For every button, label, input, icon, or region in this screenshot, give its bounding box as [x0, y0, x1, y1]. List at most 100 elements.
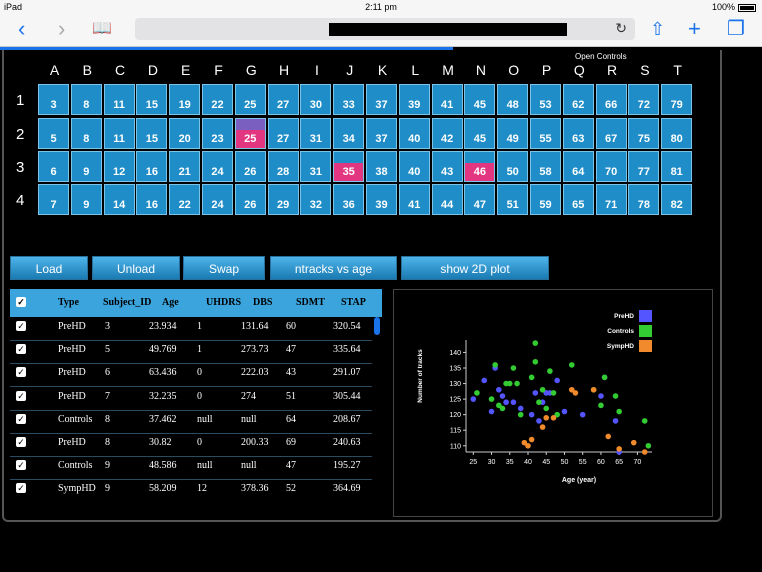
- new-tab-icon[interactable]: +: [688, 16, 701, 42]
- ntracks-vs-age-button[interactable]: ntracks vs age: [270, 256, 397, 280]
- back-icon[interactable]: ‹: [18, 16, 25, 42]
- well-cell[interactable]: 39: [366, 184, 397, 215]
- well-cell[interactable]: 37: [366, 118, 397, 149]
- table-row[interactable]: ✓ PreHD 5 49.769 1 273.73 47 335.64: [10, 340, 372, 365]
- well-cell[interactable]: 49: [497, 118, 529, 149]
- row-checkbox[interactable]: ✓: [16, 321, 26, 331]
- well-cell[interactable]: 75: [628, 118, 660, 149]
- select-all-checkbox[interactable]: ✓: [16, 297, 26, 307]
- bookmarks-icon[interactable]: 📖: [92, 16, 112, 42]
- row-checkbox[interactable]: ✓: [16, 344, 26, 355]
- table-row[interactable]: ✓ Controls 8 37.462 null null 64 208.67: [10, 410, 372, 434]
- open-controls-link[interactable]: Open Controls: [575, 52, 627, 61]
- well-cell[interactable]: 22: [169, 184, 201, 215]
- well-cell[interactable]: 14: [103, 184, 135, 215]
- table-row[interactable]: ✓ PreHD 6 63.436 0 222.03 43 291.07: [10, 363, 372, 388]
- well-cell[interactable]: 26: [234, 151, 266, 182]
- row-checkbox[interactable]: ✓: [16, 413, 26, 424]
- well-cell[interactable]: 22: [202, 84, 233, 115]
- well-cell[interactable]: 19: [169, 84, 201, 115]
- well-cell[interactable]: 63: [562, 118, 594, 149]
- well-cell[interactable]: 40: [398, 118, 430, 149]
- well-cell[interactable]: 38: [366, 151, 397, 182]
- table-row[interactable]: ✓ SympHD 9 58.209 12 378.36 52 364.69: [10, 479, 372, 497]
- well-cell[interactable]: 24: [202, 184, 233, 215]
- well-cell[interactable]: 82: [661, 184, 693, 215]
- well-cell[interactable]: 40: [398, 151, 430, 182]
- well-cell[interactable]: 31: [300, 151, 332, 182]
- header-type[interactable]: Type: [58, 297, 79, 308]
- well-cell[interactable]: 64: [562, 151, 594, 182]
- well-cell[interactable]: 25: [234, 118, 266, 149]
- header-sdmt[interactable]: SDMT: [296, 297, 325, 308]
- table-row[interactable]: ✓ Controls 9 48.586 null null 47 195.27: [10, 456, 372, 481]
- well-cell[interactable]: 30: [300, 84, 332, 115]
- row-checkbox[interactable]: ✓: [16, 390, 26, 401]
- well-cell[interactable]: 31: [300, 118, 332, 149]
- well-cell[interactable]: 72: [628, 84, 660, 115]
- well-cell[interactable]: 41: [431, 84, 463, 115]
- well-cell[interactable]: 81: [661, 151, 693, 182]
- well-cell[interactable]: 41: [398, 184, 430, 215]
- well-cell[interactable]: 53: [530, 84, 561, 115]
- well-cell[interactable]: 44: [431, 184, 463, 215]
- well-cell[interactable]: 70: [595, 151, 627, 182]
- table-scrollbar[interactable]: [374, 317, 380, 335]
- well-cell[interactable]: 12: [103, 151, 135, 182]
- well-cell[interactable]: 23: [202, 118, 233, 149]
- well-cell[interactable]: 3: [38, 84, 69, 115]
- unload-button[interactable]: Unload: [92, 256, 180, 280]
- well-cell[interactable]: 11: [103, 118, 135, 149]
- header-age[interactable]: Age: [162, 297, 179, 308]
- show-2d-plot-button[interactable]: show 2D plot: [401, 256, 549, 280]
- row-checkbox[interactable]: ✓: [16, 367, 26, 378]
- well-cell[interactable]: 11: [103, 84, 135, 115]
- well-cell[interactable]: 67: [595, 118, 627, 149]
- well-cell[interactable]: 16: [136, 184, 168, 215]
- load-button[interactable]: Load: [10, 256, 88, 280]
- well-cell[interactable]: 39: [398, 84, 430, 115]
- tabs-icon[interactable]: ❐: [727, 16, 745, 42]
- well-cell[interactable]: 32: [300, 184, 332, 215]
- well-cell[interactable]: 5: [38, 118, 69, 149]
- well-cell[interactable]: 66: [595, 84, 627, 115]
- well-cell[interactable]: 16: [136, 151, 168, 182]
- well-cell[interactable]: 51: [497, 184, 529, 215]
- well-cell[interactable]: 45: [464, 118, 496, 149]
- well-cell[interactable]: 29: [267, 184, 299, 215]
- well-cell[interactable]: 26: [234, 184, 266, 215]
- address-bar[interactable]: ↻: [135, 18, 635, 40]
- well-cell[interactable]: 20: [169, 118, 201, 149]
- well-cell[interactable]: 36: [333, 184, 365, 215]
- well-cell[interactable]: 6: [38, 151, 69, 182]
- well-cell[interactable]: 7: [38, 184, 69, 215]
- well-cell[interactable]: 62: [562, 84, 594, 115]
- well-cell[interactable]: 15: [136, 84, 168, 115]
- row-checkbox[interactable]: ✓: [16, 483, 26, 494]
- well-cell[interactable]: 47: [464, 184, 496, 215]
- well-cell[interactable]: 46: [464, 151, 496, 182]
- swap-button[interactable]: Swap: [183, 256, 265, 280]
- well-cell[interactable]: 28: [267, 151, 299, 182]
- well-cell[interactable]: 50: [497, 151, 529, 182]
- well-cell[interactable]: 45: [464, 84, 496, 115]
- well-cell[interactable]: 37: [366, 84, 397, 115]
- well-cell[interactable]: 71: [595, 184, 627, 215]
- well-cell[interactable]: 55: [530, 118, 561, 149]
- well-cell[interactable]: 21: [169, 151, 201, 182]
- well-cell[interactable]: 58: [530, 151, 561, 182]
- well-cell[interactable]: 27: [267, 118, 299, 149]
- well-cell[interactable]: 8: [70, 84, 102, 115]
- table-row[interactable]: ✓ PreHD 8 30.82 0 200.33 69 240.63: [10, 433, 372, 457]
- well-cell[interactable]: 43: [431, 151, 463, 182]
- well-cell[interactable]: 15: [136, 118, 168, 149]
- well-cell[interactable]: 33: [333, 84, 365, 115]
- well-cell[interactable]: 9: [70, 151, 102, 182]
- well-cell[interactable]: 59: [530, 184, 561, 215]
- well-cell[interactable]: 34: [333, 118, 365, 149]
- table-row[interactable]: ✓ PreHD 3 23.934 1 131.64 60 320.54: [10, 317, 372, 341]
- well-cell[interactable]: 48: [497, 84, 529, 115]
- header-dbs[interactable]: DBS: [253, 297, 272, 308]
- well-cell[interactable]: 9: [70, 184, 102, 215]
- row-checkbox[interactable]: ✓: [16, 437, 26, 447]
